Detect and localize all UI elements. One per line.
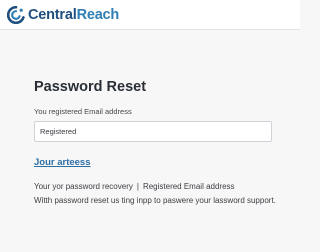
brand-logo[interactable]: CentralReach bbox=[7, 5, 119, 25]
centralreach-logo-icon bbox=[7, 6, 25, 24]
page-title: Password Reset bbox=[34, 79, 147, 95]
registered-email-text: Registered Email address bbox=[142, 182, 235, 191]
help-link[interactable]: Jour arteess bbox=[34, 157, 91, 168]
top-bar: CentralReach bbox=[0, 0, 300, 30]
email-field[interactable] bbox=[34, 121, 272, 142]
separator: | bbox=[136, 182, 139, 191]
brand-name-part1: Central bbox=[28, 7, 77, 23]
recovery-links: Your yor password recovery | Registered Em… bbox=[34, 182, 235, 192]
brand-name-part2: Reach bbox=[76, 7, 120, 23]
password-reset-panel: Password Reset You registered Email addr… bbox=[0, 30, 300, 252]
recovery-text: Your yor password recovery bbox=[34, 182, 133, 191]
email-label: You registered Email address bbox=[34, 107, 132, 116]
brand-name: CentralReach bbox=[28, 6, 119, 24]
description-text: Witth password reset us ting inpp to pas… bbox=[34, 196, 276, 205]
